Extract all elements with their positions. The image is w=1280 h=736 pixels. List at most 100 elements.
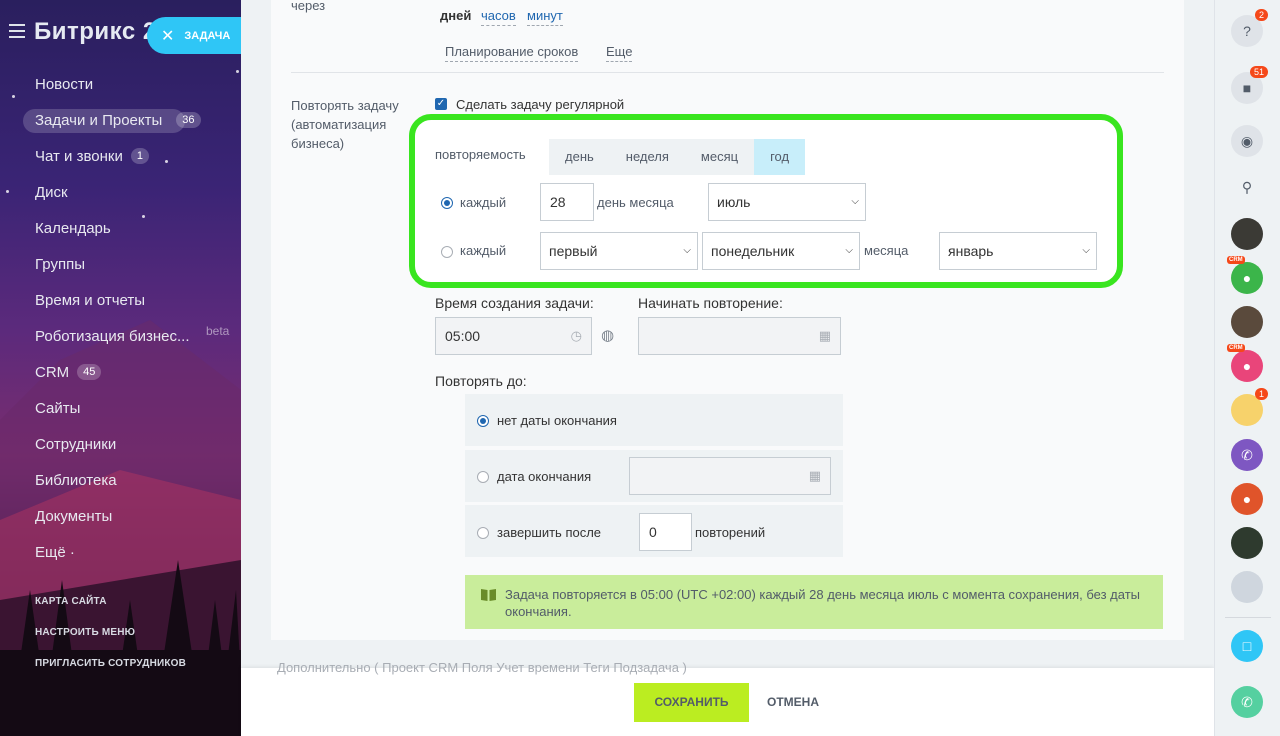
sidebar-item-library[interactable]: Библиотека [0, 462, 241, 498]
month-select-value: июль [717, 194, 751, 210]
task-pill-label: ЗАДАЧА [184, 29, 231, 42]
ordinal-select[interactable]: первый ⌵ [540, 232, 698, 270]
month-select-value: январь [948, 243, 994, 259]
timezone-icon[interactable]: ◍ [601, 326, 614, 344]
task-close-pill[interactable]: ✕ ЗАДАЧА [147, 17, 241, 54]
sidebar-item-employees[interactable]: Сотрудники [0, 426, 241, 462]
chat-icon[interactable]: ◉ [1231, 125, 1263, 157]
invite-employees-link[interactable]: ПРИГЛАСИТЬ СОТРУДНИКОВ [35, 658, 186, 669]
sidebar-item-label: Документы [35, 507, 113, 525]
finish-after-radio[interactable] [477, 527, 489, 539]
bell-icon[interactable]: ■ 51 [1231, 66, 1268, 104]
search-icon[interactable]: ⚲ [1231, 171, 1263, 203]
avatar[interactable] [1231, 571, 1263, 603]
close-icon[interactable]: ✕ [161, 26, 174, 46]
weekday-select[interactable]: понедельник ⌵ [702, 232, 860, 270]
menu-icon[interactable] [9, 24, 25, 38]
avatar[interactable] [1231, 218, 1263, 250]
day-of-month-input[interactable]: 28 [540, 183, 594, 221]
sidebar-item-crm[interactable]: CRM 45 [0, 354, 241, 390]
avatar-badge: 1 [1254, 388, 1268, 400]
unit-hours[interactable]: часов [481, 6, 516, 26]
finish-after-label: завершить после [497, 525, 602, 540]
chevron-down-icon: ⌵ [1082, 245, 1090, 256]
end-date-radio[interactable] [477, 471, 489, 483]
sidebar-item-news[interactable]: Новости [0, 66, 241, 102]
configure-menu-link[interactable]: НАСТРОИТЬ МЕНЮ [35, 627, 135, 638]
additional-section-faded[interactable]: Дополнительно ( Проект CRM Поля Учет вре… [277, 660, 687, 675]
no-end-date-radio[interactable] [477, 415, 489, 427]
end-date-input[interactable]: ▦ [629, 457, 831, 495]
sidebar-item-label: Сотрудники [35, 435, 117, 453]
sidebar-item-label: Календарь [35, 219, 111, 237]
avatar[interactable]: ● [1231, 483, 1263, 515]
cancel-button[interactable]: ОТМЕНА [767, 683, 819, 722]
sidebar-item-groups[interactable]: Группы [0, 246, 241, 282]
sidebar-item-label: Библиотека [35, 471, 117, 489]
repetitions-label: повторений [695, 525, 766, 540]
avatar[interactable]: 1 [1231, 388, 1268, 426]
main-content: через дней часов минут Планирование срок… [241, 0, 1214, 736]
sidebar-item-tasks[interactable]: Задачи и Проекты 36 [0, 102, 241, 138]
help-badge: 2 [1254, 9, 1268, 21]
sidebar-item-label: Роботизация бизнес... [35, 327, 190, 345]
tab-year[interactable]: год [754, 139, 806, 175]
sidebar-item-label: CRM [35, 363, 70, 381]
mobile-app-icon[interactable]: □ [1231, 630, 1263, 662]
avatar[interactable] [1231, 306, 1263, 338]
every-day-radio[interactable] [441, 197, 453, 209]
sidebar-item-time-reports[interactable]: Время и отчеты [0, 282, 241, 318]
sidebar-item-label: Диск [35, 183, 68, 201]
planning-link[interactable]: Планирование сроков [445, 42, 579, 62]
more-link[interactable]: Еще [606, 42, 633, 62]
phone-icon[interactable]: ✆ [1231, 439, 1263, 471]
tab-month[interactable]: месяц [685, 139, 754, 175]
sidebar-item-documents[interactable]: Документы [0, 498, 241, 534]
every-weekday-radio[interactable] [441, 246, 453, 258]
notifications-badge: 51 [1249, 66, 1268, 78]
sidebar-item-calendar[interactable]: Календарь [0, 210, 241, 246]
save-button[interactable]: СОХРАНИТЬ [634, 683, 749, 722]
every-label-2: каждый [460, 243, 507, 258]
divider [291, 72, 1164, 73]
tab-day[interactable]: день [549, 139, 610, 175]
tab-week[interactable]: неделя [610, 139, 685, 175]
repeat-settings-highlight: повторяемость день неделя месяц год кажд… [409, 114, 1123, 288]
calendar-icon[interactable]: ▦ [809, 458, 821, 494]
sitemap-link[interactable]: КАРТА САЙТА [35, 596, 107, 607]
unit-days[interactable]: дней [440, 6, 471, 25]
month-select-2[interactable]: январь ⌵ [939, 232, 1097, 270]
creation-time-input[interactable]: 05:00 ◷ [435, 317, 592, 355]
right-sidebar: ? 2 ■ 51 ◉ ⚲ ● CRM ● CRM 1 ✆ ● □ ✆ [1214, 0, 1280, 736]
sidebar-item-chat[interactable]: Чат и звонки 1 [0, 138, 241, 174]
avatar[interactable]: ● CRM [1227, 344, 1263, 382]
help-icon[interactable]: ? 2 [1231, 9, 1268, 47]
avatar[interactable] [1231, 527, 1263, 559]
sidebar-item-label: Новости [35, 75, 94, 93]
through-label: через [291, 0, 326, 13]
repeat-task-label: Повторять задачу (автоматизация бизнеса) [291, 98, 399, 151]
sidebar-item-more[interactable]: Ещё · [0, 534, 241, 570]
repetitions-input[interactable]: 0 [639, 513, 692, 551]
until-option-none[interactable]: нет даты окончания [465, 394, 843, 446]
sidebar-item-automation[interactable]: Роботизация бизнес... beta [0, 318, 241, 354]
periodicity-tabs: день неделя месяц год [549, 139, 806, 175]
regular-task-checkbox[interactable]: ✓ [435, 98, 447, 110]
unit-minutes[interactable]: минут [527, 6, 563, 26]
left-sidebar: Битрикс 24 ✕ ЗАДАЧА Новости Задачи и Про… [0, 0, 241, 736]
sidebar-item-label: Чат и звонки [35, 147, 123, 165]
start-repeat-input[interactable]: ▦ [638, 317, 841, 355]
month-select-1[interactable]: июль ⌵ [708, 183, 866, 221]
calendar-icon[interactable]: ▦ [819, 318, 831, 354]
chevron-down-icon: ⌵ [683, 245, 691, 256]
avatar[interactable]: ● CRM [1227, 256, 1263, 294]
sidebar-item-label: Задачи и Проекты [35, 111, 163, 129]
sidebar-item-sites[interactable]: Сайты [0, 390, 241, 426]
call-icon[interactable]: ✆ [1231, 686, 1263, 718]
creation-time-label: Время создания задачи: [435, 295, 594, 311]
sidebar-menu: Новости Задачи и Проекты 36 Чат и звонки 1… [0, 66, 241, 570]
until-option-count[interactable]: завершить после 0 повторений [465, 505, 843, 557]
repeat-summary-text: Задача повторяется в 05:00 (UTC +02:00) … [505, 587, 1140, 619]
until-option-date[interactable]: дата окончания ▦ [465, 450, 843, 502]
sidebar-item-disk[interactable]: Диск [0, 174, 241, 210]
